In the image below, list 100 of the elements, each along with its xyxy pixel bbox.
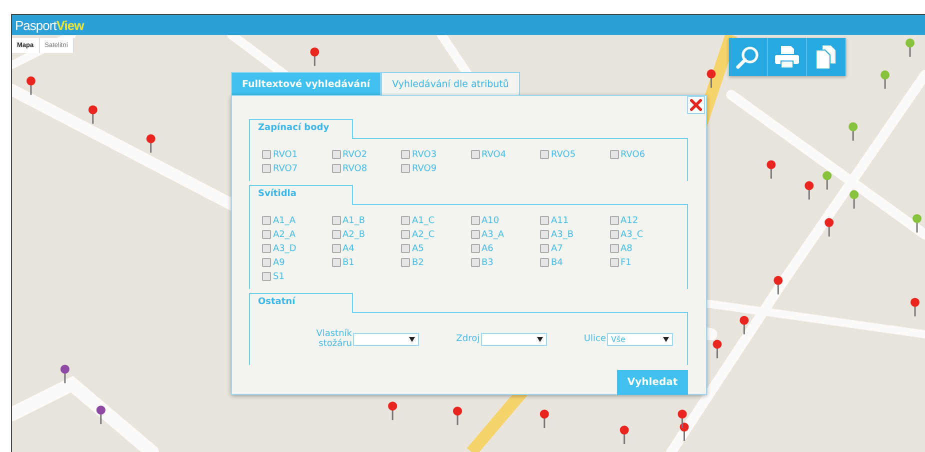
checkbox[interactable] bbox=[540, 244, 549, 253]
map-pin-icon[interactable] bbox=[678, 410, 687, 428]
map-pin-icon[interactable] bbox=[26, 76, 36, 95]
checkbox-option[interactable]: A2_B bbox=[332, 228, 401, 241]
checkbox[interactable] bbox=[610, 216, 618, 225]
map-pin-icon[interactable] bbox=[824, 218, 834, 237]
map-pin-icon[interactable] bbox=[60, 364, 70, 384]
checkbox-option[interactable]: A2_C bbox=[401, 228, 470, 241]
checkbox[interactable] bbox=[540, 258, 549, 267]
map-pin-icon[interactable] bbox=[453, 406, 462, 426]
checkbox[interactable] bbox=[540, 150, 549, 159]
checkbox[interactable] bbox=[262, 150, 271, 159]
checkbox-option[interactable]: A1_B bbox=[332, 214, 401, 227]
checkbox-option[interactable]: S1 bbox=[262, 270, 332, 283]
checkbox-option[interactable]: RVO9 bbox=[401, 162, 470, 175]
map-pin-icon[interactable] bbox=[848, 122, 858, 141]
checkbox-option[interactable]: B4 bbox=[540, 256, 610, 269]
print-button[interactable] bbox=[768, 38, 807, 76]
checkbox[interactable] bbox=[401, 230, 410, 239]
checkbox-option[interactable]: A1_A bbox=[262, 214, 332, 227]
map-pin-icon[interactable] bbox=[96, 406, 106, 424]
checkbox-option[interactable]: B2 bbox=[401, 256, 470, 269]
close-button[interactable] bbox=[687, 96, 705, 114]
map-pin-icon[interactable] bbox=[906, 38, 914, 57]
checkbox-option[interactable]: A6 bbox=[470, 242, 540, 255]
map-pin-icon[interactable] bbox=[766, 160, 776, 179]
checkbox-option[interactable]: A3_D bbox=[262, 242, 332, 255]
map-pin-icon[interactable] bbox=[388, 402, 398, 420]
map-pin-icon[interactable] bbox=[880, 70, 890, 89]
checkbox[interactable] bbox=[401, 150, 410, 159]
checkbox-option[interactable]: A11 bbox=[540, 214, 610, 227]
checkbox[interactable] bbox=[262, 164, 271, 173]
checkbox[interactable] bbox=[332, 258, 340, 267]
checkbox[interactable] bbox=[262, 216, 271, 225]
checkbox[interactable] bbox=[610, 230, 618, 239]
search-submit-button[interactable]: Vyhledat bbox=[617, 370, 688, 395]
map-pin-icon[interactable] bbox=[912, 214, 922, 233]
checkbox-option[interactable]: RVO7 bbox=[262, 162, 332, 175]
checkbox-option[interactable]: A8 bbox=[610, 242, 679, 255]
dropdown-field[interactable] bbox=[353, 332, 419, 346]
checkbox[interactable] bbox=[332, 216, 340, 225]
checkbox-option[interactable]: RVO2 bbox=[332, 148, 401, 161]
checkbox[interactable] bbox=[332, 244, 340, 253]
checkbox-option[interactable]: A9 bbox=[262, 256, 332, 269]
checkbox-option[interactable]: B1 bbox=[332, 256, 401, 269]
checkbox[interactable] bbox=[262, 230, 271, 239]
checkbox-option[interactable]: RVO4 bbox=[470, 148, 540, 161]
checkbox[interactable] bbox=[470, 230, 480, 239]
checkbox[interactable] bbox=[262, 244, 271, 253]
checkbox[interactable] bbox=[470, 258, 480, 267]
map-pin-icon[interactable] bbox=[822, 171, 832, 190]
search-button[interactable] bbox=[729, 38, 768, 76]
map-pin-icon[interactable] bbox=[88, 105, 98, 124]
dropdown-field[interactable]: Vše bbox=[607, 332, 673, 346]
checkbox[interactable] bbox=[610, 258, 618, 267]
map-pin-icon[interactable] bbox=[146, 134, 156, 153]
checkbox[interactable] bbox=[610, 150, 618, 159]
checkbox-option[interactable]: A3_B bbox=[540, 228, 610, 241]
checkbox-option[interactable]: A10 bbox=[470, 214, 540, 227]
checkbox-option[interactable]: A12 bbox=[610, 214, 679, 227]
map-pin-icon[interactable] bbox=[706, 69, 716, 88]
dialog-tab[interactable]: Fulltextové vyhledávání bbox=[231, 72, 382, 95]
checkbox-option[interactable]: A4 bbox=[332, 242, 401, 255]
checkbox[interactable] bbox=[262, 258, 271, 267]
checkbox[interactable] bbox=[262, 272, 271, 281]
map-pin-icon[interactable] bbox=[850, 190, 859, 209]
checkbox-option[interactable]: RVO8 bbox=[332, 162, 401, 175]
checkbox[interactable] bbox=[332, 164, 340, 173]
checkbox[interactable] bbox=[540, 216, 549, 225]
checkbox-option[interactable]: A5 bbox=[401, 242, 470, 255]
checkbox-option[interactable]: A1_C bbox=[401, 214, 470, 227]
checkbox[interactable] bbox=[470, 150, 480, 159]
checkbox[interactable] bbox=[470, 216, 480, 225]
checkbox-option[interactable]: A7 bbox=[540, 242, 610, 255]
checkbox-option[interactable]: F1 bbox=[610, 256, 679, 269]
map-pin-icon[interactable] bbox=[804, 181, 814, 200]
checkbox[interactable] bbox=[401, 258, 410, 267]
dropdown-field[interactable] bbox=[480, 332, 547, 346]
checkbox[interactable] bbox=[332, 230, 340, 239]
checkbox-option[interactable]: B3 bbox=[470, 256, 540, 269]
checkbox[interactable] bbox=[470, 244, 480, 253]
map-pin-icon[interactable] bbox=[680, 422, 689, 442]
checkbox-option[interactable]: RVO6 bbox=[610, 148, 679, 161]
checkbox-option[interactable]: RVO5 bbox=[540, 148, 610, 161]
copy-button[interactable] bbox=[807, 38, 846, 76]
checkbox-option[interactable]: RVO3 bbox=[401, 148, 470, 161]
checkbox[interactable] bbox=[401, 244, 410, 253]
map-pin-icon[interactable] bbox=[774, 276, 783, 294]
checkbox-option[interactable]: A2_A bbox=[262, 228, 332, 241]
checkbox-option[interactable]: A3_A bbox=[470, 228, 540, 241]
map-pin-icon[interactable] bbox=[740, 316, 749, 334]
checkbox-option[interactable]: A3_C bbox=[610, 228, 679, 241]
map-pin-icon[interactable] bbox=[712, 340, 722, 358]
map-pin-icon[interactable] bbox=[910, 298, 920, 316]
map-pin-icon[interactable] bbox=[310, 47, 320, 66]
checkbox[interactable] bbox=[401, 164, 410, 173]
checkbox[interactable] bbox=[332, 150, 340, 159]
checkbox[interactable] bbox=[610, 244, 618, 253]
map-pin-icon[interactable] bbox=[540, 410, 549, 428]
checkbox[interactable] bbox=[540, 230, 549, 239]
